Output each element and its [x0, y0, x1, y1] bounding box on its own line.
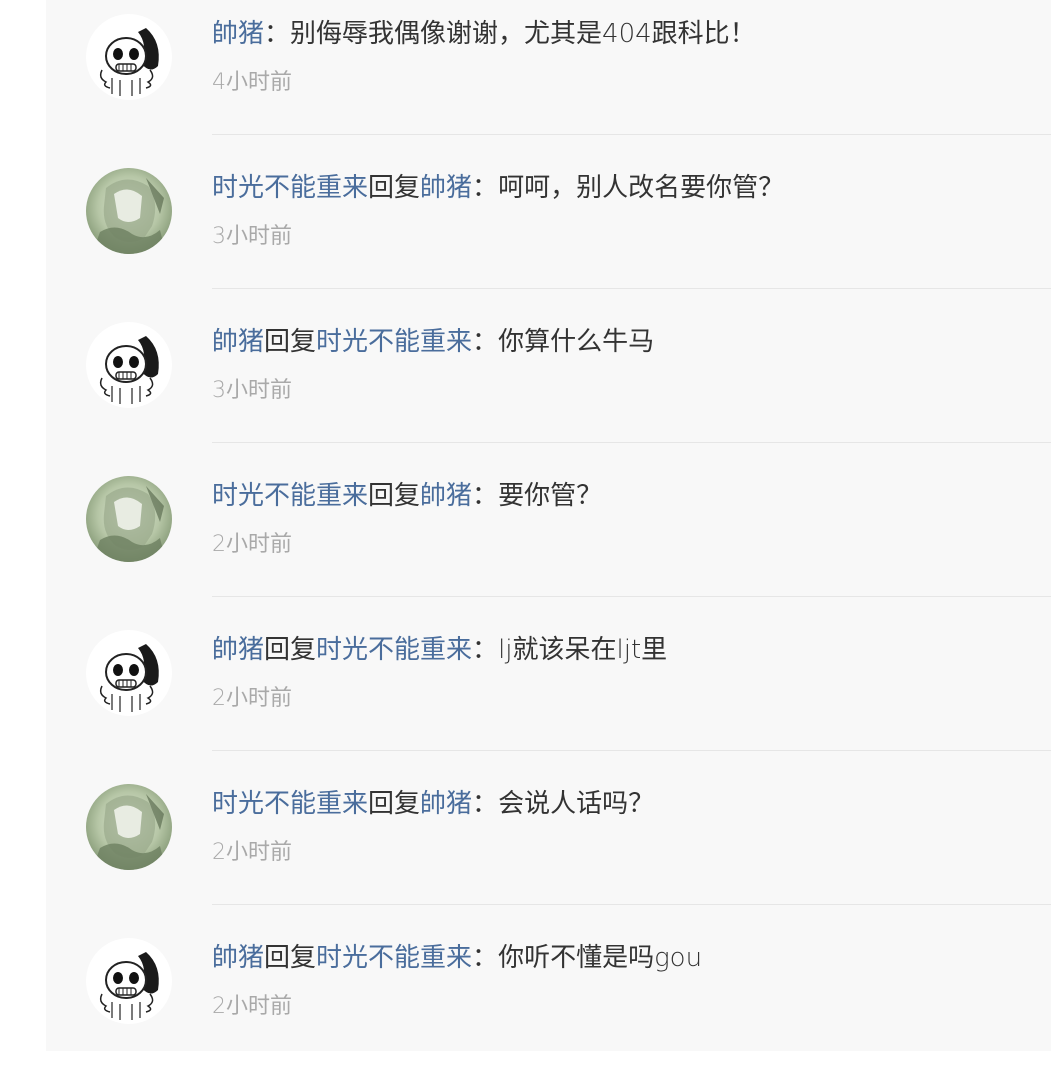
timestamp: 2小时前	[212, 994, 292, 1019]
reply-to-link[interactable]: 时光不能重来	[316, 943, 472, 973]
timestamp: 3小时前	[212, 224, 292, 249]
reply-to-link[interactable]: 帥猪	[420, 789, 472, 819]
avatar[interactable]	[86, 938, 172, 1024]
comment-item: 时光不能重来回复帥猪：会说人话吗？ 2小时前	[46, 770, 1051, 924]
reply-to-link[interactable]: 时光不能重来	[316, 635, 472, 665]
comment-line: 帥猪回复时光不能重来：lj就该呆在ljt里	[212, 630, 667, 670]
divider	[212, 904, 1051, 905]
divider	[212, 134, 1051, 135]
author-link[interactable]: 帥猪	[212, 327, 264, 357]
avatar[interactable]	[86, 784, 172, 870]
reply-word: 回复	[264, 327, 317, 357]
divider	[212, 596, 1051, 597]
separator: ：	[264, 19, 291, 49]
reply-to-link[interactable]: 时光不能重来	[316, 327, 472, 357]
comment-text: 别侮辱我偶像谢谢，尤其是404跟科比！	[290, 19, 756, 49]
timestamp: 3小时前	[212, 378, 292, 403]
comment-line: 时光不能重来回复帥猪：呵呵，别人改名要你管？	[212, 168, 784, 208]
comment-item: 帥猪回复时光不能重来：你听不懂是吗gou 2小时前	[46, 924, 1051, 1078]
comment-line: 帥猪：别侮辱我偶像谢谢，尤其是404跟科比！	[212, 14, 756, 54]
comment-text: 要你管？	[498, 481, 603, 511]
photo-avatar-icon	[86, 168, 172, 254]
separator: ：	[472, 789, 499, 819]
skull-avatar-icon	[86, 938, 172, 1024]
avatar[interactable]	[86, 476, 172, 562]
author-link[interactable]: 时光不能重来	[212, 173, 368, 203]
timestamp: 2小时前	[212, 686, 292, 711]
comment-text: 呵呵，别人改名要你管？	[498, 173, 785, 203]
divider	[212, 750, 1051, 751]
comment-text: 你算什么牛马	[498, 327, 655, 357]
photo-avatar-icon	[86, 476, 172, 562]
author-link[interactable]: 帥猪	[212, 635, 264, 665]
comment-text: 你听不懂是吗gou	[498, 943, 703, 973]
timestamp: 2小时前	[212, 532, 292, 557]
separator: ：	[472, 327, 499, 357]
reply-word: 回复	[264, 635, 317, 665]
separator: ：	[472, 481, 499, 511]
comment-item: 帥猪回复时光不能重来：你算什么牛马 3小时前	[46, 308, 1051, 462]
avatar[interactable]	[86, 168, 172, 254]
comment-text: 会说人话吗？	[498, 789, 655, 819]
timestamp: 4小时前	[212, 70, 292, 95]
author-link[interactable]: 帥猪	[212, 943, 264, 973]
divider	[212, 442, 1051, 443]
skull-avatar-icon	[86, 322, 172, 408]
comment-line: 时光不能重来回复帥猪：要你管？	[212, 476, 602, 516]
comment-panel: 帥猪：别侮辱我偶像谢谢，尤其是404跟科比！ 4小时前 时光不能重来回复帥猪：呵…	[46, 0, 1051, 1051]
reply-to-link[interactable]: 帥猪	[420, 173, 472, 203]
author-link[interactable]: 帥猪	[212, 19, 264, 49]
author-link[interactable]: 时光不能重来	[212, 481, 368, 511]
comment-line: 帥猪回复时光不能重来：你听不懂是吗gou	[212, 938, 702, 978]
reply-word: 回复	[368, 173, 421, 203]
comment-line: 时光不能重来回复帥猪：会说人话吗？	[212, 784, 654, 824]
avatar[interactable]	[86, 630, 172, 716]
comment-text: lj就该呆在ljt里	[498, 635, 668, 665]
reply-to-link[interactable]: 帥猪	[420, 481, 472, 511]
separator: ：	[472, 635, 499, 665]
skull-avatar-icon	[86, 14, 172, 100]
comment-item: 时光不能重来回复帥猪：要你管？ 2小时前	[46, 462, 1051, 616]
photo-avatar-icon	[86, 784, 172, 870]
avatar[interactable]	[86, 14, 172, 100]
comment-item: 帥猪回复时光不能重来：lj就该呆在ljt里 2小时前	[46, 616, 1051, 770]
comment-item: 时光不能重来回复帥猪：呵呵，别人改名要你管？ 3小时前	[46, 154, 1051, 308]
skull-avatar-icon	[86, 630, 172, 716]
divider	[212, 288, 1051, 289]
comment-line: 帥猪回复时光不能重来：你算什么牛马	[212, 322, 654, 362]
reply-word: 回复	[368, 481, 421, 511]
separator: ：	[472, 943, 499, 973]
comment-item: 帥猪：别侮辱我偶像谢谢，尤其是404跟科比！ 4小时前	[46, 0, 1051, 154]
reply-word: 回复	[264, 943, 317, 973]
timestamp: 2小时前	[212, 840, 292, 865]
avatar[interactable]	[86, 322, 172, 408]
separator: ：	[472, 173, 499, 203]
reply-word: 回复	[368, 789, 421, 819]
author-link[interactable]: 时光不能重来	[212, 789, 368, 819]
